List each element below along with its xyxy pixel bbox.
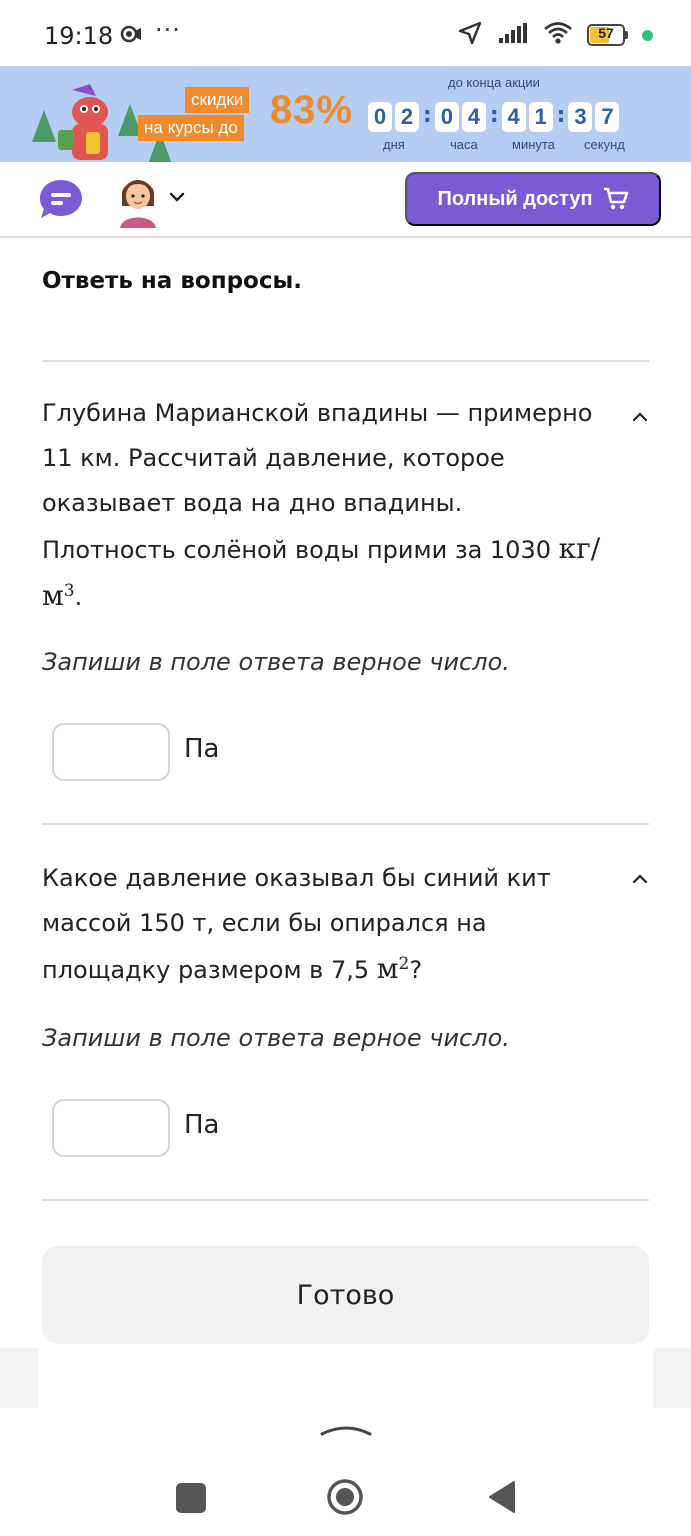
promo-tag-bottom: на курсы до bbox=[138, 115, 244, 141]
timer-digit: 3 bbox=[568, 102, 593, 132]
timer-unit-seconds: секунд bbox=[584, 137, 625, 152]
question-2-body: Какое давление оказывал бы синий кит мас… bbox=[42, 864, 551, 984]
timer-digit: 4 bbox=[501, 102, 526, 132]
question-1-hint: Запиши в поле ответа верное число. bbox=[42, 648, 510, 676]
location-icon bbox=[457, 20, 483, 50]
timer-digit: 0 bbox=[434, 102, 459, 132]
battery-level: 57 bbox=[598, 25, 614, 41]
cart-icon bbox=[603, 187, 628, 210]
wifi-icon bbox=[543, 21, 573, 49]
question-1-body: Глубина Марианской впадины — примерно 11… bbox=[42, 399, 593, 564]
notification-dots: ··· bbox=[155, 16, 181, 44]
privacy-dot bbox=[642, 29, 653, 41]
screen-record-icon bbox=[120, 24, 144, 48]
chevron-down-icon[interactable] bbox=[168, 190, 186, 204]
collapse-question-2-icon[interactable] bbox=[631, 870, 649, 888]
status-time: 19:18 bbox=[44, 22, 114, 50]
back-button[interactable] bbox=[488, 1480, 516, 1514]
answer-field-1[interactable] bbox=[52, 723, 170, 781]
home-button[interactable] bbox=[326, 1478, 364, 1516]
question-2-unit-math: м2 bbox=[376, 952, 410, 985]
discount-percent: 83% bbox=[270, 88, 354, 132]
full-access-button[interactable]: Полный доступ bbox=[405, 172, 661, 226]
avatar[interactable] bbox=[114, 172, 162, 228]
timer-caption: до конца акции bbox=[448, 75, 540, 90]
battery-icon: 57 bbox=[587, 24, 625, 46]
promo-tag-top: скидки bbox=[185, 87, 250, 113]
timer-unit-minutes: минута bbox=[512, 137, 555, 152]
divider bbox=[42, 360, 649, 362]
done-button[interactable]: Готово bbox=[42, 1246, 649, 1344]
chat-icon[interactable] bbox=[38, 178, 84, 220]
collapse-question-1-icon[interactable] bbox=[631, 408, 649, 426]
full-access-label: Полный доступ bbox=[437, 187, 593, 210]
answer-1-unit: Па bbox=[184, 734, 220, 764]
answer-field-2[interactable] bbox=[52, 1099, 170, 1157]
timer-unit-days: дня bbox=[383, 137, 405, 152]
chevron-up-icon[interactable] bbox=[320, 1418, 372, 1438]
timer-digit: 0 bbox=[368, 102, 392, 132]
timer-unit-hours: часа bbox=[450, 137, 478, 152]
status-bar: 19:18 ··· 57 bbox=[0, 0, 691, 66]
page-title: Ответь на вопросы. bbox=[42, 268, 303, 294]
timer-digit: 1 bbox=[528, 102, 553, 132]
question-2-hint: Запиши в поле ответа верное число. bbox=[42, 1024, 510, 1052]
question-1-text: Глубина Марианской впадины — примерно 11… bbox=[42, 399, 601, 612]
divider bbox=[42, 1199, 649, 1201]
countdown-timer: 0 2 : 0 4 : 4 1 : 3 7 bbox=[368, 102, 622, 132]
system-navigation-bar bbox=[0, 1408, 691, 1536]
app-header: Полный доступ bbox=[0, 162, 691, 238]
answer-2-unit: Па bbox=[184, 1110, 220, 1140]
recent-apps-button[interactable] bbox=[176, 1483, 206, 1513]
timer-digit: 2 bbox=[395, 102, 419, 132]
timer-digit: 7 bbox=[595, 102, 620, 132]
signal-icon bbox=[497, 22, 529, 48]
divider bbox=[42, 823, 649, 825]
page-bottom-strip bbox=[0, 1348, 691, 1408]
question-2-text: Какое давление оказывал бы синий кит мас… bbox=[42, 864, 551, 985]
dragon-mascot-icon bbox=[58, 84, 108, 160]
timer-digit: 4 bbox=[461, 102, 486, 132]
